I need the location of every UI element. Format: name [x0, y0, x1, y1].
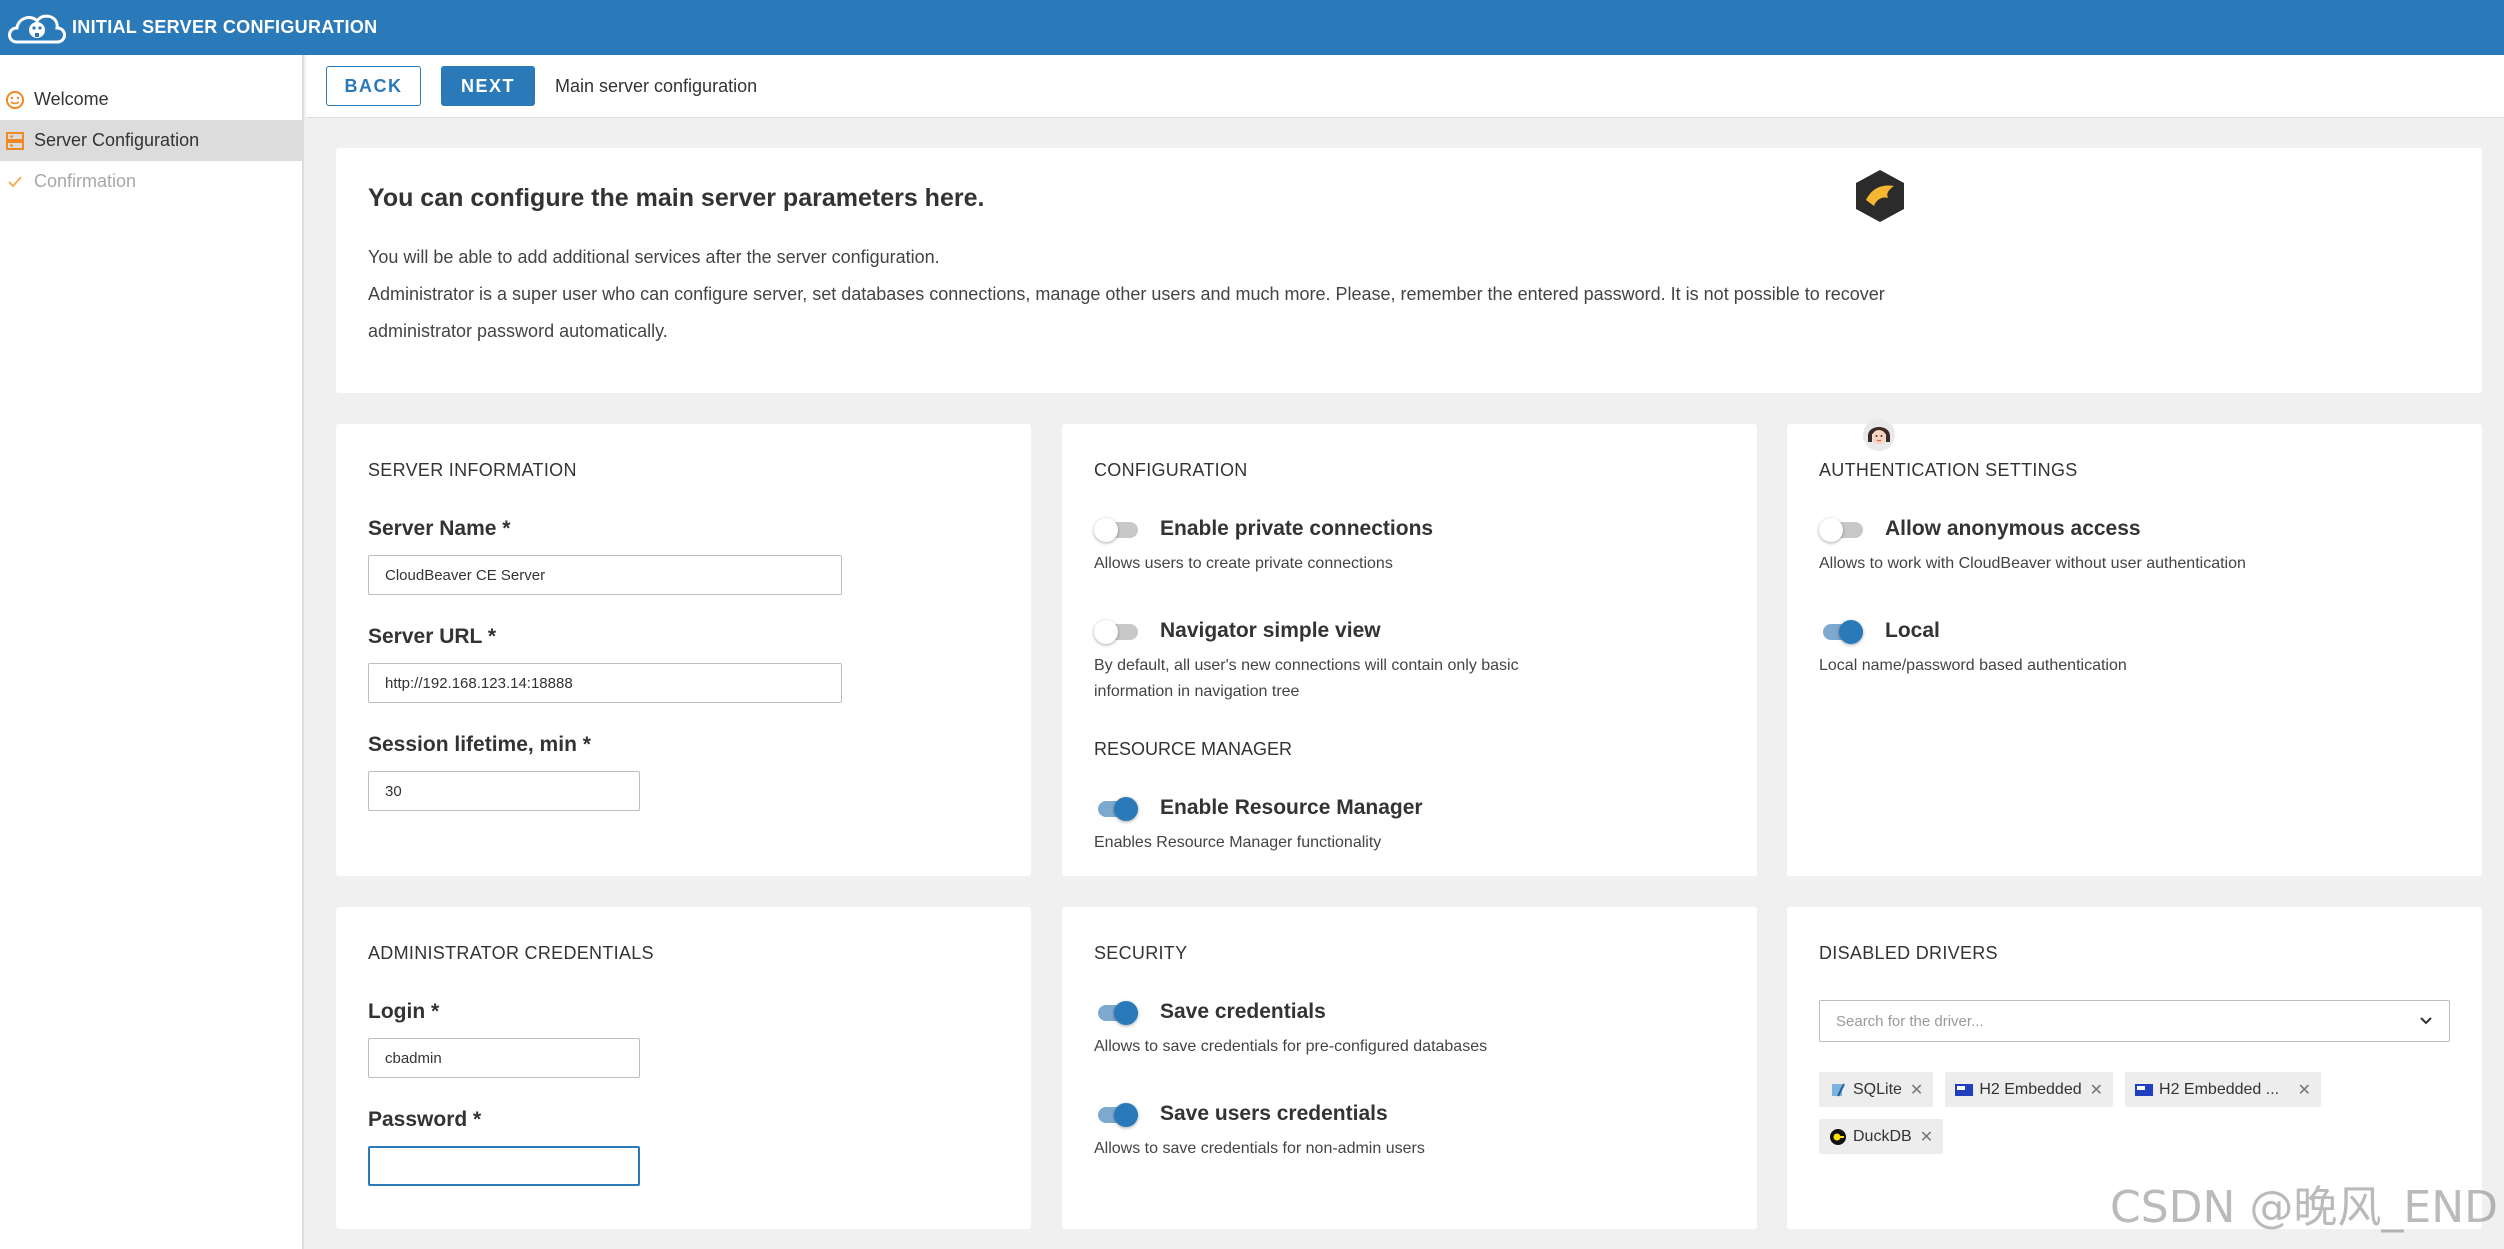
server-information-panel: SERVER INFORMATION Server Name * Server …	[336, 424, 1031, 876]
anonymous-access-label: Allow anonymous access	[1885, 517, 2141, 540]
server-url-input[interactable]	[368, 663, 842, 703]
local-auth-description: Local name/password based authentication	[1819, 657, 2127, 674]
session-lifetime-label: Session lifetime, min *	[368, 733, 591, 756]
checkmark-icon	[4, 171, 26, 193]
resource-manager-title: RESOURCE MANAGER	[1094, 739, 1293, 759]
sidebar-item-label: Confirmation	[34, 171, 137, 191]
driver-chip-h2-embedded: H2 Embedded ✕	[1945, 1072, 2114, 1107]
chevron-down-icon[interactable]	[2419, 1013, 2433, 1030]
local-auth-label: Local	[1885, 619, 1940, 642]
section-title: SERVER INFORMATION	[368, 460, 577, 480]
cloudbeaver-logo-icon	[0, 0, 72, 55]
step-title: Main server configuration	[555, 75, 758, 96]
sidebar-item-label: Welcome	[34, 89, 109, 109]
server-name-input[interactable]	[368, 555, 842, 595]
avatar	[1862, 418, 1896, 452]
disabled-driver-list: SQLite ✕ H2 Embedded ✕ H2 Embedded ... ✕…	[1819, 1072, 2450, 1154]
welcome-icon	[4, 89, 26, 111]
save-credentials-label: Save credentials	[1160, 1000, 1326, 1023]
password-input[interactable]	[368, 1146, 640, 1186]
h2-icon	[1955, 1082, 1974, 1098]
wizard-sidebar: Welcome Server Configuration Confirmatio…	[0, 55, 304, 1249]
navigator-simple-view-description: By default, all user's new connections w…	[1094, 657, 1519, 700]
anonymous-access-toggle[interactable]	[1819, 518, 1863, 542]
session-lifetime-input[interactable]	[368, 771, 640, 811]
back-button[interactable]: BACK	[326, 66, 421, 106]
close-icon[interactable]: ✕	[1910, 1080, 1923, 1100]
section-title: CONFIGURATION	[1094, 460, 1248, 480]
next-button[interactable]: NEXT	[441, 66, 535, 106]
section-title: SECURITY	[1094, 943, 1188, 963]
save-users-credentials-toggle[interactable]	[1094, 1103, 1138, 1127]
driver-chip-sqlite: SQLite ✕	[1819, 1072, 1934, 1107]
private-connections-toggle[interactable]	[1094, 518, 1138, 542]
section-title: DISABLED DRIVERS	[1819, 943, 1998, 963]
administrator-credentials-panel: ADMINISTRATOR CREDENTIALS Login * Passwo…	[336, 907, 1031, 1229]
private-connections-description: Allows users to create private connectio…	[1094, 555, 1393, 572]
wizard-toolbar: BACK NEXT Main server configuration	[306, 55, 2504, 118]
duckdb-icon	[1829, 1128, 1847, 1145]
top-bar: INITIAL SERVER CONFIGURATION	[0, 0, 2504, 55]
save-credentials-description: Allows to save credentials for pre-confi…	[1094, 1038, 1488, 1055]
app-title: INITIAL SERVER CONFIGURATION	[72, 17, 378, 37]
login-input[interactable]	[368, 1038, 640, 1078]
driver-chip-label: H2 Embedded	[1979, 1080, 2082, 1098]
intro-text-2: Administrator is a super user who can co…	[368, 284, 1885, 341]
driver-search-select[interactable]: Search for the driver...	[1819, 1000, 2450, 1042]
sidebar-item-server-configuration[interactable]: Server Configuration	[0, 120, 302, 161]
authentication-settings-panel: AUTHENTICATION SETTINGS Allow anonymous …	[1787, 424, 2482, 876]
resource-manager-toggle[interactable]	[1094, 797, 1138, 821]
driver-chip-h2-embedded-2: H2 Embedded ... ✕	[2125, 1072, 2322, 1107]
save-users-credentials-label: Save users credentials	[1160, 1102, 1388, 1125]
close-icon[interactable]: ✕	[2298, 1080, 2311, 1100]
server-url-label: Server URL *	[368, 625, 497, 648]
driver-chip-label: H2 Embedded ...	[2159, 1080, 2280, 1098]
anonymous-access-description: Allows to work with CloudBeaver without …	[1819, 555, 2246, 572]
intro-card: You can configure the main server parame…	[336, 148, 2482, 393]
driver-search-placeholder: Search for the driver...	[1836, 1012, 1984, 1030]
page-heading: You can configure the main server parame…	[368, 184, 985, 212]
private-connections-label: Enable private connections	[1160, 517, 1434, 540]
local-auth-toggle[interactable]	[1819, 620, 1863, 644]
save-credentials-toggle[interactable]	[1094, 1001, 1138, 1025]
sidebar-item-confirmation[interactable]: Confirmation	[0, 161, 302, 202]
password-label: Password *	[368, 1108, 482, 1131]
driver-chip-label: DuckDB	[1853, 1127, 1912, 1145]
sidebar-item-welcome[interactable]: Welcome	[0, 79, 302, 120]
h2-icon	[2135, 1082, 2154, 1098]
close-icon[interactable]: ✕	[2090, 1080, 2103, 1100]
server-name-label: Server Name *	[368, 517, 511, 540]
section-title: ADMINISTRATOR CREDENTIALS	[368, 943, 654, 963]
section-title: AUTHENTICATION SETTINGS	[1819, 460, 2078, 480]
driver-chip-duckdb: DuckDB ✕	[1819, 1119, 1944, 1154]
close-icon[interactable]: ✕	[1920, 1127, 1933, 1147]
resource-manager-label: Enable Resource Manager	[1160, 796, 1423, 819]
intro-text-1: You will be able to add additional servi…	[368, 247, 940, 267]
configuration-panel: CONFIGURATION Enable private connections…	[1062, 424, 1757, 876]
navigator-simple-view-label: Navigator simple view	[1160, 619, 1381, 642]
watermark: CSDN @晚风_END	[2109, 1182, 2498, 1233]
server-icon	[4, 130, 26, 152]
sqlite-icon	[1829, 1082, 1847, 1098]
navigator-simple-view-toggle[interactable]	[1094, 620, 1138, 644]
sidebar-item-label: Server Configuration	[34, 130, 200, 150]
resource-manager-description: Enables Resource Manager functionality	[1094, 834, 1382, 851]
login-label: Login *	[368, 1000, 440, 1023]
beaver-badge-icon	[1852, 168, 1908, 224]
save-users-credentials-description: Allows to save credentials for non-admin…	[1094, 1140, 1425, 1157]
security-panel: SECURITY Save credentials Allows to save…	[1062, 907, 1757, 1229]
driver-chip-label: SQLite	[1853, 1080, 1902, 1098]
